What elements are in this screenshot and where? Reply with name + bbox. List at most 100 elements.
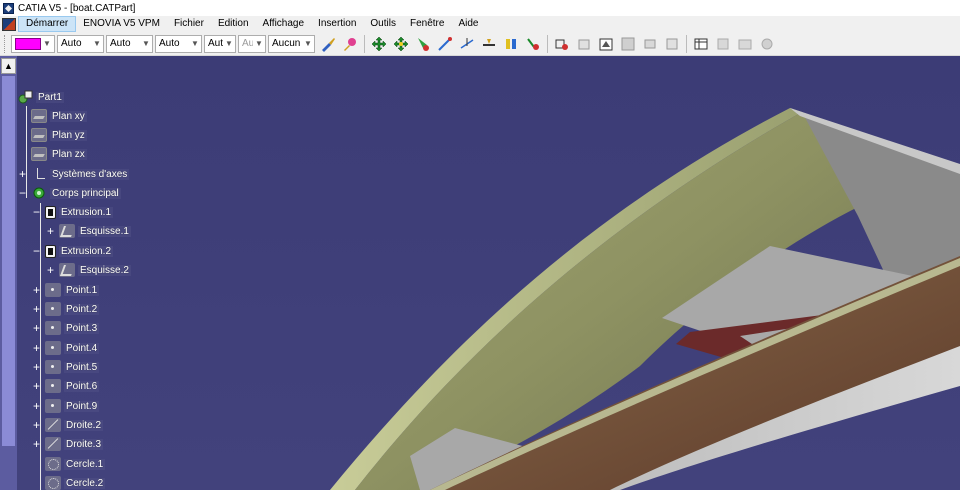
tree-node-label: Droite.2 (64, 419, 104, 431)
wireframe-icon[interactable] (552, 34, 572, 54)
point-type-value: Aut (208, 38, 223, 49)
collapse-minus-icon[interactable]: − (19, 186, 29, 200)
menu-outils[interactable]: Outils (363, 16, 403, 32)
rendering-style-combo: Aut ▼ (238, 34, 266, 53)
paintbrush-icon[interactable] (318, 34, 338, 54)
fly-mode-icon[interactable] (479, 34, 499, 54)
line-type-value: Auto (159, 38, 180, 49)
tree-node-plan-zx[interactable]: Plan zx (31, 146, 87, 162)
fill-color-combo[interactable]: ▼ (11, 34, 55, 53)
pan-icon[interactable] (369, 34, 389, 54)
tree-node-extrusion-1[interactable]: − Extrusion.1 (33, 204, 114, 220)
tree-node-circle-1[interactable]: Cercle.1 (45, 456, 106, 472)
line-thickness-combo[interactable]: Auto ▼ (106, 34, 153, 53)
tree-node-line-2[interactable]: + Droite.2 (33, 417, 104, 433)
chevron-down-icon: ▼ (225, 39, 233, 48)
table-icon[interactable] (691, 34, 711, 54)
expand-plus-icon[interactable]: + (47, 224, 57, 238)
expand-plus-icon[interactable]: + (33, 437, 43, 451)
tree-node-label: Corps principal (50, 187, 121, 199)
zoom-icon[interactable] (413, 34, 433, 54)
tree-node-circle-2[interactable]: Cercle.2 (45, 475, 106, 490)
tree-node-plan-xy[interactable]: Plan xy (31, 108, 87, 124)
settings-icon (757, 34, 777, 54)
menu-fenetre[interactable]: Fenêtre (403, 16, 451, 32)
menu-demarrer[interactable]: Démarrer (18, 16, 77, 32)
expand-plus-icon[interactable]: + (33, 418, 43, 432)
analysis-icon (713, 34, 733, 54)
tree-node-sketch-2[interactable]: + Esquisse.2 (47, 262, 131, 278)
tree-node-part1[interactable]: Part1 (17, 89, 64, 105)
part-icon (17, 90, 33, 104)
tree-node-label: Systèmes d'axes (50, 168, 130, 180)
normal-view-icon[interactable] (457, 34, 477, 54)
collapse-minus-icon[interactable]: − (33, 244, 43, 258)
tree-node-point-2[interactable]: + Point.2 (33, 301, 100, 317)
tree-node-axis-systems[interactable]: + Systèmes d'axes (19, 166, 130, 182)
point-type-combo[interactable]: Aut ▼ (204, 34, 236, 53)
swap-icon[interactable] (501, 34, 521, 54)
plane-icon (31, 147, 47, 161)
menu-affichage[interactable]: Affichage (256, 16, 312, 32)
line-thickness-value: Auto (110, 38, 131, 49)
sketch-icon (59, 224, 75, 238)
rotate-icon[interactable] (391, 34, 411, 54)
tree-node-point-3[interactable]: + Point.3 (33, 320, 100, 336)
tree-node-point-4[interactable]: + Point.4 (33, 340, 100, 356)
tree-node-main-body[interactable]: − Corps principal (19, 185, 121, 201)
tree-node-extrusion-2[interactable]: − Extrusion.2 (33, 243, 114, 259)
expand-plus-icon[interactable]: + (33, 321, 43, 335)
line-type-combo[interactable]: Auto ▼ (155, 34, 202, 53)
menu-edition[interactable]: Edition (211, 16, 256, 32)
menu-insertion[interactable]: Insertion (311, 16, 363, 32)
circle-icon (45, 476, 61, 490)
tree-node-point-9[interactable]: + Point.9 (33, 398, 100, 414)
menu-fichier[interactable]: Fichier (167, 16, 211, 32)
menu-aide[interactable]: Aide (451, 16, 485, 32)
tree-node-label: Esquisse.2 (78, 264, 131, 276)
point-icon (45, 321, 61, 335)
layer-combo[interactable]: Aucun ▼ (268, 34, 315, 53)
chevron-down-icon: ▼ (304, 39, 312, 48)
tree-node-label: Esquisse.1 (78, 225, 131, 237)
render-icon[interactable] (596, 34, 616, 54)
tree-node-point-1[interactable]: + Point.1 (33, 282, 100, 298)
tree-node-sketch-1[interactable]: + Esquisse.1 (47, 223, 131, 239)
tree-node-label: Point.2 (64, 303, 100, 315)
expand-plus-icon[interactable]: + (33, 302, 43, 316)
catalog-icon (662, 34, 682, 54)
tree-node-line-3[interactable]: + Droite.3 (33, 436, 104, 452)
scroll-up-arrow-icon[interactable]: ▲ (1, 58, 16, 74)
toolbar-separator (364, 34, 365, 53)
expand-plus-icon[interactable]: + (33, 360, 43, 374)
chevron-down-icon: ▼ (255, 39, 263, 48)
tree-node-label: Droite.3 (64, 438, 104, 450)
expand-plus-icon[interactable]: + (33, 341, 43, 355)
rendering-style-value: Aut (242, 38, 253, 49)
measure-icon[interactable] (435, 34, 455, 54)
expand-plus-icon[interactable]: + (47, 263, 57, 277)
collapse-minus-icon[interactable]: − (33, 205, 43, 219)
tree-node-point-5[interactable]: + Point.5 (33, 359, 100, 375)
scroll-track[interactable] (2, 76, 15, 446)
tree-node-plan-yz[interactable]: Plan yz (31, 127, 87, 143)
point-icon (45, 379, 61, 393)
expand-plus-icon[interactable]: + (33, 283, 43, 297)
expand-plus-icon[interactable]: + (33, 379, 43, 393)
tree-node-label: Cercle.1 (64, 458, 106, 470)
point-icon (45, 360, 61, 374)
transparency-combo[interactable]: Auto ▼ (57, 34, 104, 53)
tree-node-label: Point.6 (64, 380, 100, 392)
tree-node-point-6[interactable]: + Point.6 (33, 378, 100, 394)
tree-node-label: Plan xy (50, 110, 87, 122)
menu-enovia[interactable]: ENOVIA V5 VPM (76, 16, 167, 32)
expand-plus-icon[interactable]: + (33, 399, 43, 413)
chevron-down-icon: ▼ (93, 39, 101, 48)
tree-scrollbar[interactable]: ▲ (0, 56, 17, 490)
painter-icon[interactable] (340, 34, 360, 54)
toolbar-grip[interactable] (4, 34, 7, 53)
hide-show-icon[interactable] (523, 34, 543, 54)
expand-plus-icon[interactable]: + (19, 167, 29, 181)
point-icon (45, 283, 61, 297)
document-menu-icon[interactable] (2, 17, 16, 31)
